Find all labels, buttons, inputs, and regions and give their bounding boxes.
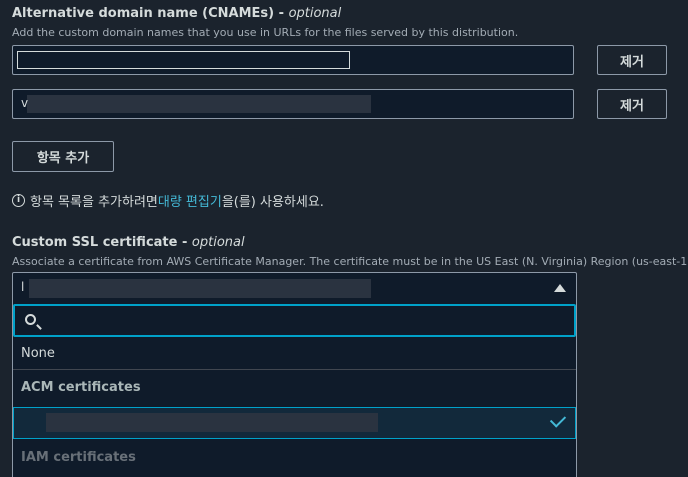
iam-certificates-group: IAM certificates (21, 450, 136, 465)
check-icon (549, 411, 567, 428)
info-prefix: 항목 목록을 추가하려면 (30, 195, 158, 210)
cname-input-1[interactable] (12, 45, 574, 75)
remove-button-1[interactable]: 제거 (597, 45, 667, 75)
option-none[interactable]: None (21, 346, 55, 361)
ssl-selected-value: l (21, 280, 25, 294)
option-acm-certificate-selected[interactable] (13, 407, 576, 439)
remove-button-2[interactable]: 제거 (597, 89, 667, 119)
divider (13, 369, 576, 370)
cname-label-separator: - (274, 6, 289, 21)
certificate-search-input[interactable] (13, 304, 576, 337)
bulk-editor-info: i 항목 목록을 추가하려면 대량 편집기 을(를) 사용하세요. (12, 191, 324, 210)
cname-optional-tag: optional (288, 6, 342, 21)
cname-description: Add the custom domain names that you use… (12, 26, 519, 39)
caret-up-icon[interactable] (554, 284, 566, 292)
search-icon (25, 314, 36, 325)
ssl-label: Custom SSL certificate - optional (12, 235, 245, 250)
ssl-optional-tag: optional (191, 235, 245, 250)
ssl-certificate-dropdown: None ACM certificates IAM certificates (12, 303, 577, 477)
redacted-value (17, 51, 350, 69)
ssl-label-separator: - (177, 235, 192, 250)
distribution-settings-panel: Alternative domain name (CNAMEs) - optio… (0, 0, 688, 477)
ssl-certificate-select[interactable]: l (12, 272, 577, 304)
ssl-label-text: Custom SSL certificate (12, 235, 178, 250)
cname-input-2-value: v (21, 96, 29, 110)
info-icon: i (12, 194, 25, 207)
ssl-description: Associate a certificate from AWS Certifi… (12, 255, 688, 268)
cname-input-2[interactable]: v (12, 89, 574, 119)
redacted-value (29, 279, 371, 298)
bulk-editor-link[interactable]: 대량 편집기 (158, 191, 222, 210)
redacted-value (27, 95, 371, 113)
info-suffix: 을(를) 사용하세요. (221, 195, 324, 210)
redacted-value (46, 413, 378, 432)
cname-label-text: Alternative domain name (CNAMEs) (12, 6, 275, 21)
acm-certificates-group: ACM certificates (21, 380, 141, 395)
cname-label: Alternative domain name (CNAMEs) - optio… (12, 6, 341, 21)
add-item-button[interactable]: 항목 추가 (12, 141, 114, 172)
